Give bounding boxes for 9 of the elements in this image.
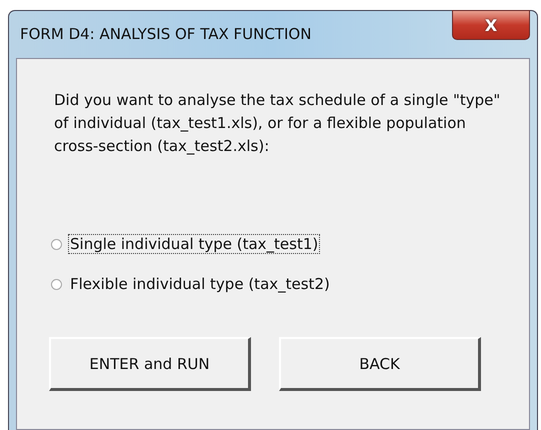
radio-button[interactable]: [51, 238, 62, 250]
enter-and-run-button[interactable]: ENTER and RUN: [49, 337, 251, 391]
radio-label[interactable]: Single individual type (tax_test1): [68, 234, 320, 254]
prompt-text: Did you want to analyse the tax schedule of a single "type" of individual (tax_test1.xls), or for a flexible population cross-section (tax_test2.xls):: [54, 90, 501, 157]
close-button[interactable]: X: [452, 10, 530, 40]
radio-button[interactable]: [51, 278, 62, 290]
back-button[interactable]: BACK: [279, 337, 481, 391]
window-title: FORM D4: ANALYSIS OF TAX FUNCTION: [20, 25, 312, 43]
radio-label[interactable]: Flexible individual type (tax_test2): [68, 274, 332, 294]
